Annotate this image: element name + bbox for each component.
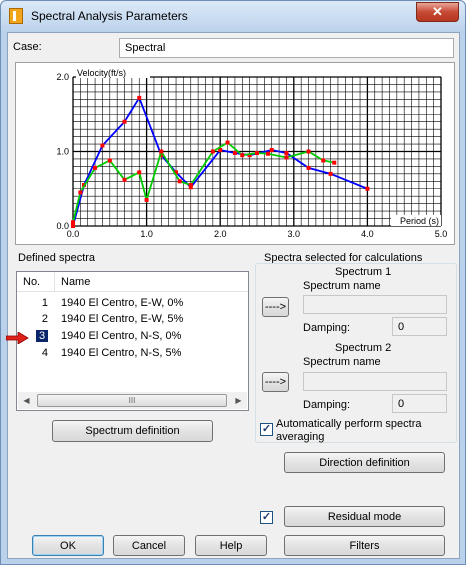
spectrum1-title: Spectrum 1 [335, 266, 392, 278]
title-bar[interactable]: Spectral Analysis Parameters ✕ [1, 1, 465, 31]
spectrum-plot: 0.0 1.0 2.0 3.0 4.0 5.0 0.0 1.0 2.0 Velocity(ft/s… [15, 62, 455, 245]
spectrum1-name-label: Spectrum name [303, 280, 381, 292]
scroll-left-icon[interactable]: ◀ [18, 392, 35, 409]
data-point [71, 224, 75, 228]
spectrum-name: 1940 El Centro, E-W, 5% [61, 313, 184, 325]
cancel-button[interactable]: Cancel [113, 535, 185, 556]
y-tick-label: 2.0 [56, 72, 69, 82]
list-item[interactable]: 4 1940 El Centro, N-S, 5% [17, 346, 248, 362]
data-point [159, 149, 164, 154]
x-tick-label: 2.0 [214, 229, 227, 239]
data-point [71, 220, 75, 225]
data-point [122, 119, 127, 124]
scroll-right-icon[interactable]: ▶ [230, 392, 247, 409]
series-line-2 [72, 141, 335, 223]
spectrum2-name-field[interactable] [303, 372, 447, 391]
list-item[interactable]: 1 1940 El Centro, E-W, 0% [17, 296, 248, 312]
data-point [321, 158, 326, 163]
window-title: Spectral Analysis Parameters [31, 9, 188, 23]
data-point [240, 153, 245, 158]
data-point [100, 143, 105, 148]
spectrum1-damping-label: Damping: [303, 322, 351, 334]
data-point [255, 150, 259, 155]
spectrum2-name-label: Spectrum name [303, 356, 381, 368]
list-header: No. Name [17, 272, 248, 292]
close-button[interactable]: ✕ [416, 2, 459, 22]
case-field[interactable]: Spectral [119, 38, 454, 58]
spectrum1-damping-field[interactable]: 0 [392, 317, 447, 336]
column-header-name[interactable]: Name [61, 276, 90, 288]
spectrum2-title: Spectrum 2 [335, 342, 392, 354]
data-point [93, 165, 98, 170]
x-tick-label: 1.0 [140, 229, 153, 239]
spectrum2-damping-label: Damping: [303, 399, 351, 411]
assign-spectrum1-button[interactable]: ----> [262, 297, 289, 317]
data-point [232, 150, 237, 155]
data-point [225, 140, 230, 145]
data-point [107, 158, 112, 163]
data-point [78, 190, 83, 195]
spectrum-number: 4 [41, 347, 48, 359]
spectrum-number: 3 [35, 329, 49, 343]
data-point [188, 183, 193, 188]
selected-arrow-icon [6, 332, 29, 344]
auto-average-label: Automatically perform spectra averaging [276, 418, 422, 443]
column-separator[interactable] [54, 272, 55, 292]
direction-definition-button[interactable]: Direction definition [284, 452, 445, 473]
spectrum-chart: 0.0 1.0 2.0 3.0 4.0 5.00.01.02.0 Velocity(ft/s… [56, 67, 448, 239]
data-point [177, 179, 182, 184]
spectrum-number: 2 [41, 313, 48, 325]
scroll-thumb[interactable]: III [37, 394, 227, 407]
dialog-body: Case: Spectral 0.0 1.0 2.0 3.0 4.0 5.0 0.0 1.0 2… [6, 32, 460, 559]
list-item[interactable]: 2 1940 El Centro, E-W, 5% [17, 312, 248, 328]
data-point [332, 160, 337, 165]
data-point [210, 149, 215, 154]
dialog-window: Spectral Analysis Parameters ✕ Case: Spe… [0, 0, 466, 565]
data-point [365, 186, 370, 191]
residual-mode-checkbox[interactable]: ✓ [260, 511, 273, 524]
defined-spectra-list[interactable]: No. Name 1 1940 El Centro, E-W, 0% 2 194… [16, 271, 249, 411]
help-button[interactable]: Help [195, 535, 267, 556]
data-point [328, 171, 333, 176]
spectrum2-damping-field[interactable]: 0 [392, 394, 447, 413]
residual-mode-button[interactable]: Residual mode [284, 506, 445, 527]
filters-button[interactable]: Filters [284, 535, 445, 556]
x-tick-label: 3.0 [288, 229, 301, 239]
data-point [284, 150, 289, 155]
spectrum-name: 1940 El Centro, E-W, 0% [61, 297, 184, 309]
y-axis-label: Velocity(ft/s) [77, 68, 126, 78]
data-point [144, 197, 149, 202]
spectrum-definition-button[interactable]: Spectrum definition [52, 420, 213, 442]
y-tick-label: 0.0 [56, 221, 69, 231]
spectrum-name: 1940 El Centro, N-S, 5% [61, 347, 182, 359]
spectrum1-name-field[interactable] [303, 295, 447, 314]
spectrum-name: 1940 El Centro, N-S, 0% [61, 330, 182, 342]
ok-button[interactable]: OK [32, 535, 104, 556]
data-point [306, 149, 311, 154]
assign-spectrum2-button[interactable]: ----> [262, 372, 289, 392]
data-point [137, 95, 142, 100]
x-tick-label: 5.0 [435, 229, 448, 239]
app-logo-icon [9, 8, 23, 24]
case-label: Case: [13, 41, 42, 53]
horizontal-scrollbar[interactable]: ◀ III ▶ [18, 392, 247, 409]
spectrum-number: 1 [41, 297, 48, 309]
data-point [284, 155, 289, 160]
column-header-no[interactable]: No. [23, 276, 40, 288]
data-point [306, 165, 311, 170]
data-point [266, 151, 271, 156]
data-point [137, 170, 142, 175]
data-point [122, 177, 127, 182]
auto-average-checkbox[interactable]: ✓ [260, 423, 273, 436]
y-tick-label: 1.0 [56, 147, 69, 157]
data-point [269, 148, 274, 153]
x-tick-label: 4.0 [361, 229, 374, 239]
x-axis-label: Period (s) [400, 216, 439, 226]
defined-spectra-label: Defined spectra [18, 252, 96, 264]
list-item-selected[interactable]: 3 1940 El Centro, N-S, 0% [17, 329, 248, 345]
